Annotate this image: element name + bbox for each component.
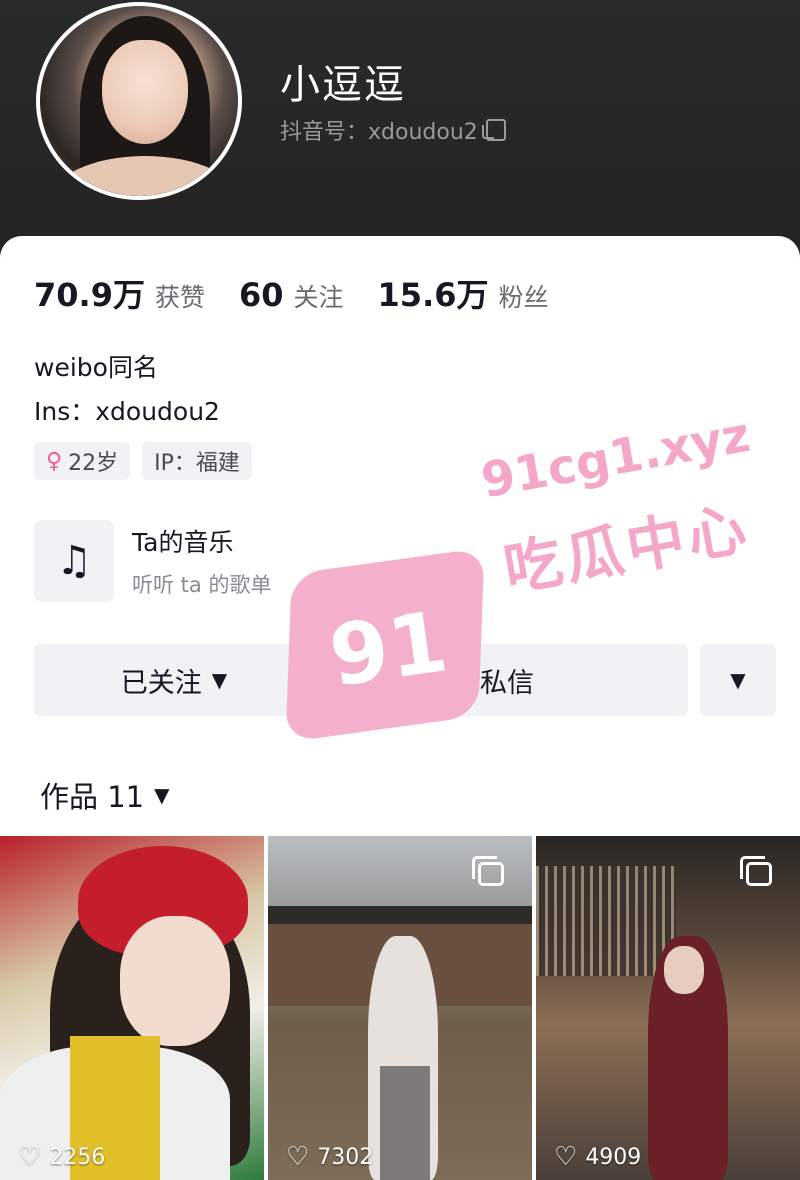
stat-followers[interactable]: 15.6万 粉丝 xyxy=(378,270,549,316)
stat-followers-label: 粉丝 xyxy=(498,283,549,312)
like-count-value: 2256 xyxy=(49,1144,106,1170)
like-count: ♡ 7302 xyxy=(286,1142,373,1172)
caret-down-icon: ▼ xyxy=(211,668,228,692)
bio: weibo同名 Ins：xdoudou2 xyxy=(34,346,220,434)
music-note-icon: ♫ xyxy=(34,520,114,602)
stat-following[interactable]: 60 关注 xyxy=(239,276,344,314)
thumb-figure xyxy=(120,916,230,1046)
avatar[interactable] xyxy=(36,2,242,200)
thumb-figure xyxy=(380,1066,430,1180)
copy-icon[interactable] xyxy=(481,119,506,141)
female-icon: ♀ xyxy=(46,448,63,474)
ip-tag-label: IP：福建 xyxy=(154,451,240,476)
bio-line-1: weibo同名 xyxy=(34,353,158,382)
like-count-value: 4909 xyxy=(585,1144,642,1170)
ip-tag: IP：福建 xyxy=(142,442,252,480)
stats-row: 70.9万 获赞 60 关注 15.6万 粉丝 xyxy=(34,270,583,316)
heart-icon: ♡ xyxy=(286,1142,310,1172)
avatar-shoulder xyxy=(50,156,238,196)
followed-button[interactable]: 已关注 ▼ xyxy=(34,644,314,716)
like-count-value: 7302 xyxy=(317,1144,374,1170)
video-thumbnail[interactable]: ♡ 2256 xyxy=(0,836,264,1180)
nickname: 小逗逗 xyxy=(280,62,406,108)
avatar-face xyxy=(102,40,188,144)
stat-likes-label: 获赞 xyxy=(154,283,205,312)
message-button[interactable]: 私信 xyxy=(326,644,688,716)
like-count: ♡ 4909 xyxy=(554,1142,641,1172)
stat-following-value: 60 xyxy=(238,276,284,314)
action-buttons: 已关注 ▼ 私信 ▼ xyxy=(34,644,776,716)
music-subtitle: 听听 ta 的歌单 xyxy=(132,573,272,597)
heart-icon: ♡ xyxy=(554,1142,578,1172)
multi-image-icon xyxy=(740,856,772,886)
thumb-figure xyxy=(268,906,532,924)
stat-following-label: 关注 xyxy=(293,283,344,312)
stat-likes-value: 70.9万 xyxy=(34,276,145,314)
music-title: Ta的音乐 xyxy=(132,528,234,557)
profile-tags: ♀ 22岁 IP：福建 xyxy=(34,442,252,480)
like-count: ♡ 2256 xyxy=(18,1142,105,1172)
music-text: Ta的音乐 听听 ta 的歌单 xyxy=(132,523,271,599)
heart-icon: ♡ xyxy=(18,1142,42,1172)
caret-down-icon: ▼ xyxy=(154,783,170,807)
douyin-id: 抖音号：xdoudou2 xyxy=(280,120,478,145)
thumb-figure xyxy=(664,946,704,994)
works-tab[interactable]: 作品 11 ▼ xyxy=(40,774,170,816)
douyin-id-row: 抖音号：xdoudou2 xyxy=(280,114,506,146)
message-button-label: 私信 xyxy=(480,667,534,699)
stat-followers-value: 15.6万 xyxy=(377,276,489,314)
video-thumbnail[interactable]: ♡ 7302 xyxy=(268,836,532,1180)
thumb-figure xyxy=(536,866,676,976)
age-tag-label: 22岁 xyxy=(68,451,119,476)
music-entry[interactable]: ♫ Ta的音乐 听听 ta 的歌单 xyxy=(34,520,271,602)
caret-down-icon: ▼ xyxy=(730,668,746,692)
age-tag: ♀ 22岁 xyxy=(34,442,131,480)
more-button[interactable]: ▼ xyxy=(700,644,776,716)
video-thumbnail[interactable]: ♡ 4909 xyxy=(536,836,800,1180)
bio-line-2: Ins：xdoudou2 xyxy=(34,397,220,426)
works-tab-label: 作品 11 xyxy=(40,780,145,814)
multi-image-icon xyxy=(472,856,504,886)
followed-button-label: 已关注 xyxy=(120,667,202,699)
video-grid: ♡ 2256 ♡ 7302 ♡ 4909 xyxy=(0,836,800,1180)
stat-likes: 70.9万 获赞 xyxy=(34,270,205,316)
